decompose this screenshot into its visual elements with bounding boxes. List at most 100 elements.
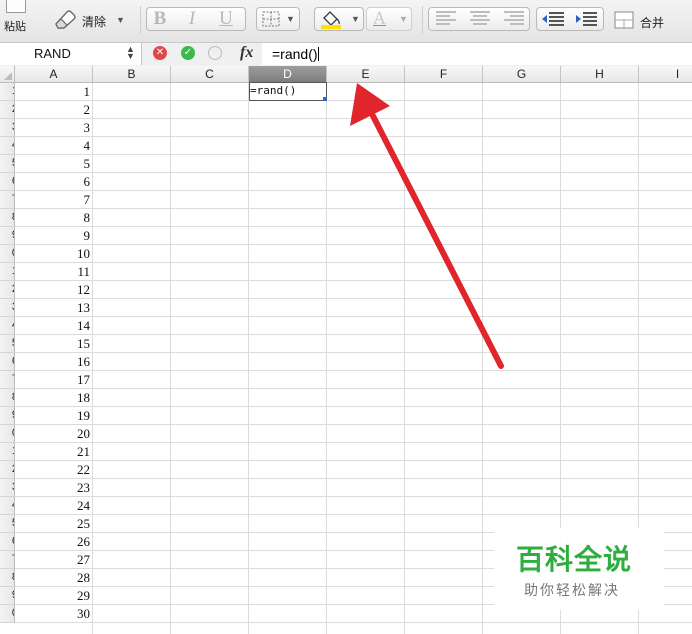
cell-a-value[interactable]: 5 — [15, 155, 91, 173]
borders-button[interactable]: ▼ — [256, 7, 300, 31]
merge-cells-icon[interactable] — [614, 11, 634, 29]
row-header[interactable]: 4 — [0, 137, 15, 155]
align-right-icon[interactable] — [504, 11, 524, 27]
align-left-icon[interactable] — [436, 11, 456, 27]
cell-a-value[interactable]: 25 — [15, 515, 90, 533]
row-header[interactable]: 1 — [0, 83, 15, 101]
cell-a-value[interactable]: 26 — [15, 533, 90, 551]
column-header-e[interactable]: E — [327, 66, 405, 82]
cell-a-value[interactable]: 4 — [15, 137, 91, 155]
cell-a-value[interactable]: 3 — [15, 119, 91, 137]
paste-icon[interactable] — [6, 0, 26, 13]
column-header-f[interactable]: F — [405, 66, 483, 82]
cell-a-value[interactable]: 11 — [15, 263, 90, 281]
column-header-i[interactable]: I — [639, 66, 692, 82]
cell-a-value[interactable]: 19 — [15, 407, 90, 425]
font-color-button[interactable]: A ▼ — [366, 7, 412, 31]
decrease-indent-icon[interactable] — [541, 11, 565, 27]
cell-a-value[interactable]: 15 — [15, 335, 90, 353]
cell-a-value[interactable]: 30 — [15, 605, 90, 623]
row-header[interactable]: 1 — [0, 443, 15, 461]
cell-a-value[interactable]: 7 — [15, 191, 91, 209]
row-header[interactable]: 7 — [0, 191, 15, 209]
column-header-a[interactable]: A — [15, 66, 93, 82]
underline-button[interactable]: U — [212, 8, 240, 30]
cell-a-value[interactable]: 22 — [15, 461, 90, 479]
row-header[interactable]: 5 — [0, 515, 15, 533]
paste-button[interactable]: 粘贴 — [4, 18, 26, 34]
row-header[interactable]: 8 — [0, 209, 15, 227]
bold-button[interactable]: B — [146, 8, 174, 30]
cell-a-value[interactable]: 12 — [15, 281, 90, 299]
fx-icon[interactable]: fx — [240, 44, 253, 62]
select-all-corner[interactable] — [0, 66, 15, 82]
eraser-icon[interactable] — [52, 8, 78, 30]
cell-a-value[interactable]: 2 — [15, 101, 91, 119]
cell-a-value[interactable]: 16 — [15, 353, 90, 371]
column-headers: ABCDEFGHI — [0, 66, 692, 83]
row-header[interactable]: 3 — [0, 479, 15, 497]
chevron-down-icon[interactable]: ▼ — [116, 15, 125, 25]
name-box[interactable]: RAND ▲ ▼ — [0, 43, 142, 65]
align-center-icon[interactable] — [470, 11, 490, 27]
row-header[interactable]: 4 — [0, 497, 15, 515]
cell-a-value[interactable]: 28 — [15, 569, 90, 587]
cell-a-value[interactable]: 20 — [15, 425, 90, 443]
column-header-g[interactable]: G — [483, 66, 561, 82]
cancel-icon[interactable]: ✕ — [153, 46, 167, 60]
cell-a-value[interactable]: 29 — [15, 587, 90, 605]
cell-a-value[interactable]: 23 — [15, 479, 90, 497]
cell-a-value[interactable]: 1 — [15, 83, 91, 101]
cell-a-value[interactable]: 10 — [15, 245, 90, 263]
cell-a-value[interactable]: 14 — [15, 317, 90, 335]
row-header[interactable]: 8 — [0, 389, 15, 407]
fill-handle[interactable] — [323, 97, 327, 101]
row-header[interactable]: 0 — [0, 605, 15, 623]
column-header-c[interactable]: C — [171, 66, 249, 82]
row-header[interactable]: 0 — [0, 425, 15, 443]
row-header[interactable]: 7 — [0, 371, 15, 389]
row-header[interactable]: 2 — [0, 461, 15, 479]
row-header[interactable]: 7 — [0, 551, 15, 569]
column-header-b[interactable]: B — [93, 66, 171, 82]
cell-a-value[interactable]: 9 — [15, 227, 91, 245]
row-header[interactable]: 5 — [0, 155, 15, 173]
cell-a-value[interactable]: 17 — [15, 371, 90, 389]
confirm-icon[interactable]: ✓ — [181, 46, 195, 60]
column-header-d[interactable]: D — [249, 66, 327, 82]
cell-a-value[interactable]: 24 — [15, 497, 90, 515]
formula-input[interactable]: =rand() — [262, 43, 692, 65]
borders-icon — [262, 11, 280, 27]
cell-a-value[interactable]: 13 — [15, 299, 90, 317]
row-header[interactable]: 9 — [0, 587, 15, 605]
row-header[interactable]: 2 — [0, 281, 15, 299]
row-header[interactable]: 4 — [0, 317, 15, 335]
font-color-label: A — [373, 8, 386, 28]
row-header[interactable]: 8 — [0, 569, 15, 587]
row-header[interactable]: 6 — [0, 173, 15, 191]
cell-a-value[interactable]: 21 — [15, 443, 90, 461]
cell-a-value[interactable]: 8 — [15, 209, 91, 227]
fill-color-button[interactable]: ▼ — [314, 7, 364, 31]
row-header[interactable]: 6 — [0, 353, 15, 371]
clear-button[interactable]: 清除 — [82, 13, 106, 30]
cell-a-value[interactable]: 18 — [15, 389, 90, 407]
merge-button[interactable]: 合并 — [640, 14, 664, 31]
column-header-h[interactable]: H — [561, 66, 639, 82]
row-header[interactable]: 9 — [0, 407, 15, 425]
italic-button[interactable]: I — [178, 8, 206, 30]
increase-indent-icon[interactable] — [574, 11, 598, 27]
function-wizard-icon[interactable] — [208, 46, 222, 60]
row-header[interactable]: 3 — [0, 119, 15, 137]
cell-a-value[interactable]: 6 — [15, 173, 91, 191]
row-header[interactable]: 6 — [0, 533, 15, 551]
stepper-icon[interactable]: ▲ ▼ — [126, 45, 135, 61]
paint-bucket-icon — [321, 11, 341, 29]
row-header[interactable]: 5 — [0, 335, 15, 353]
row-header[interactable]: 9 — [0, 227, 15, 245]
row-header[interactable]: 3 — [0, 299, 15, 317]
row-header[interactable]: 0 — [0, 245, 15, 263]
cell-a-value[interactable]: 27 — [15, 551, 90, 569]
row-header[interactable]: 1 — [0, 263, 15, 281]
row-header[interactable]: 2 — [0, 101, 15, 119]
